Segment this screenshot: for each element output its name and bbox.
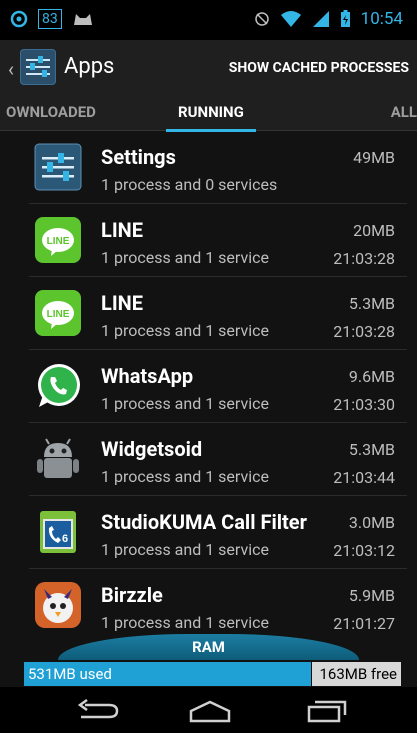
- home-icon: [187, 699, 233, 723]
- ram-bar: 531MB used 163MB free: [24, 662, 401, 686]
- tab-downloaded[interactable]: OWNLOADED: [6, 103, 96, 121]
- battery-icon: [340, 10, 351, 28]
- settings-icon: [34, 143, 82, 191]
- app-name: Birzzle: [101, 583, 163, 607]
- ram-free: 163MB free: [312, 662, 401, 686]
- signal-icon: [312, 10, 330, 28]
- back-arrow-icon: [75, 699, 121, 723]
- tab-running[interactable]: RUNNING: [166, 103, 256, 132]
- settings-app-icon[interactable]: [20, 49, 56, 85]
- app-detail: 1 process and 1 service: [101, 248, 269, 267]
- running-apps-list: Settings 1 process and 0 services 49MB L…: [0, 131, 417, 634]
- ram-used: 531MB used: [24, 662, 311, 686]
- whatsapp-icon: [34, 362, 82, 410]
- navigation-bar: [0, 687, 417, 733]
- status-bar: 83 10:54: [0, 0, 417, 40]
- list-item-line[interactable]: LINE LINE 1 process and 1 service 5.3MB …: [0, 277, 417, 350]
- app-size: 49MB: [353, 148, 395, 167]
- app-time: 21:03:30: [333, 395, 395, 414]
- svg-text:LINE: LINE: [47, 236, 70, 247]
- status-left: 83: [10, 9, 94, 29]
- app-name: WhatsApp: [101, 364, 194, 388]
- tab-strip: OWNLOADED RUNNING ALL: [0, 96, 417, 132]
- no-sim-icon: [254, 10, 270, 28]
- app-detail: 1 process and 0 services: [101, 175, 278, 194]
- app-detail: 1 process and 1 service: [101, 394, 269, 413]
- list-item-birzzle[interactable]: Birzzle 1 process and 1 service 5.9MB 21…: [0, 569, 417, 634]
- recent-apps-button[interactable]: [296, 697, 356, 725]
- target-icon: [10, 10, 28, 28]
- line-icon: LINE: [34, 289, 82, 337]
- app-size: 3.0MB: [348, 513, 395, 532]
- app-time: 21:03:28: [333, 249, 395, 268]
- app-name: StudioKUMA Call Filter: [101, 510, 307, 534]
- tab-all[interactable]: ALL: [391, 103, 417, 121]
- app-time: 21:03:12: [333, 541, 395, 560]
- cat-icon: [72, 11, 94, 27]
- show-cached-processes-button[interactable]: SHOW CACHED PROCESSES: [229, 60, 409, 76]
- android-robot-icon: [34, 435, 82, 483]
- ram-usage-panel: RAM 531MB used 163MB free: [0, 634, 417, 687]
- app-name: Settings: [101, 145, 176, 169]
- status-right: 10:54: [254, 9, 403, 29]
- svg-text:LINE: LINE: [47, 309, 70, 320]
- app-name: LINE: [101, 218, 144, 242]
- ram-label: RAM: [192, 638, 225, 656]
- list-item-line[interactable]: LINE LINE 1 process and 1 service 20MB 2…: [0, 204, 417, 277]
- list-item-studiokuma[interactable]: 6 StudioKUMA Call Filter 1 process and 1…: [0, 496, 417, 569]
- home-button[interactable]: [180, 697, 240, 725]
- wifi-icon: [280, 10, 302, 28]
- list-item-settings[interactable]: Settings 1 process and 0 services 49MB: [0, 131, 417, 204]
- list-item-widgetsoid[interactable]: Widgetsoid 1 process and 1 service 5.3MB…: [0, 423, 417, 496]
- clock-text: 10:54: [360, 9, 403, 29]
- app-size: 20MB: [353, 221, 395, 240]
- page-title: Apps: [64, 54, 115, 79]
- app-name: LINE: [101, 291, 144, 315]
- app-time: 21:01:27: [333, 614, 395, 633]
- app-detail: 1 process and 1 service: [101, 467, 269, 486]
- app-detail: 1 process and 1 service: [101, 613, 269, 632]
- app-detail: 1 process and 1 service: [101, 540, 269, 559]
- back-caret-icon[interactable]: ‹: [8, 57, 14, 81]
- app-time: 21:03:28: [333, 322, 395, 341]
- app-time: 21:03:44: [333, 468, 395, 487]
- svg-text:6: 6: [62, 533, 68, 545]
- call-filter-icon: 6: [34, 508, 82, 556]
- line-icon: LINE: [34, 216, 82, 264]
- list-item-whatsapp[interactable]: WhatsApp 1 process and 1 service 9.6MB 2…: [0, 350, 417, 423]
- app-size: 5.3MB: [348, 440, 395, 459]
- app-detail: 1 process and 1 service: [101, 321, 269, 340]
- app-size: 9.6MB: [348, 367, 395, 386]
- back-button[interactable]: [68, 697, 128, 725]
- app-size: 5.9MB: [348, 586, 395, 605]
- action-bar: ‹ Apps SHOW CACHED PROCESSES: [0, 40, 417, 96]
- app-size: 5.3MB: [348, 294, 395, 313]
- notification-badge: 83: [38, 9, 62, 29]
- ram-cap: RAM: [58, 634, 359, 660]
- birzzle-icon: [34, 581, 82, 629]
- app-name: Widgetsoid: [101, 437, 203, 461]
- recent-apps-icon: [303, 699, 349, 723]
